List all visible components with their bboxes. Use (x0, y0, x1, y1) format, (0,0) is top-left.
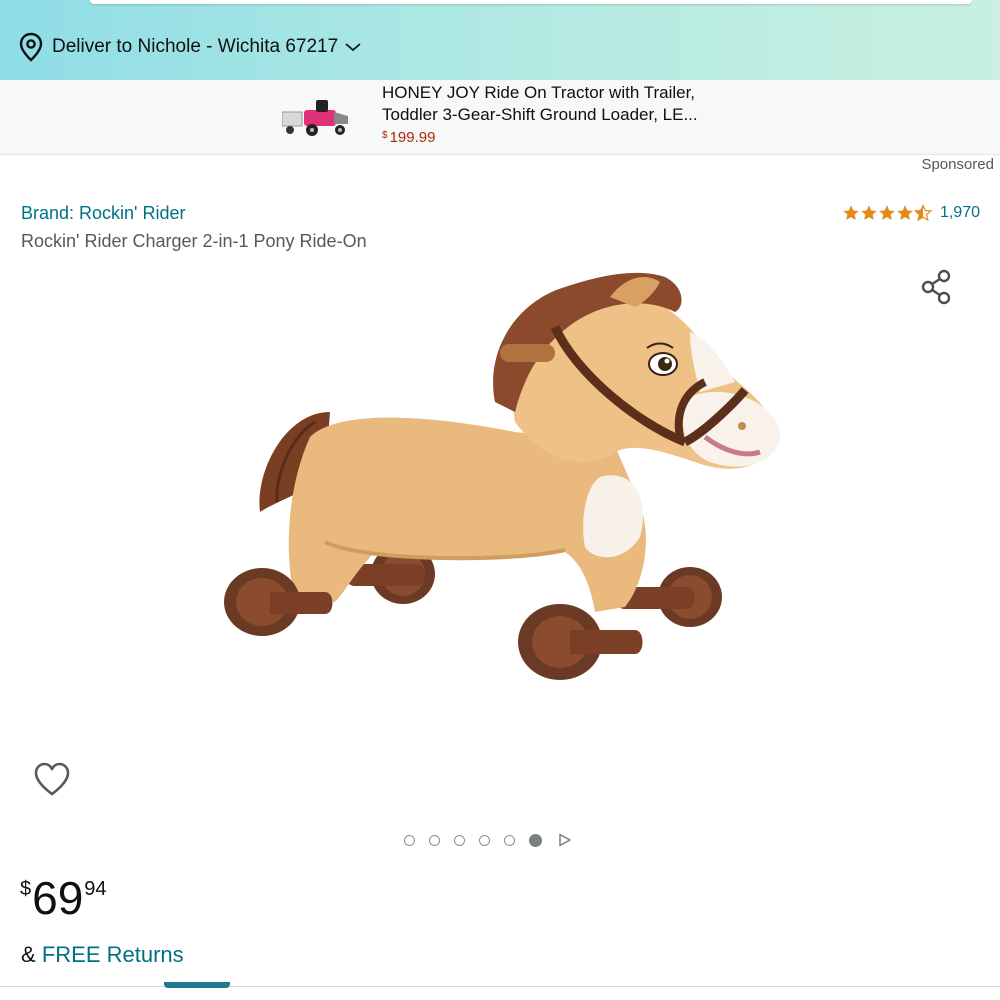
returns-line: & FREE Returns (21, 942, 184, 968)
carousel-dot[interactable] (479, 834, 490, 846)
star-rating (842, 204, 932, 222)
star-icon (897, 205, 913, 221)
bottom-tab-indicator[interactable] (164, 982, 230, 988)
deliver-to-selector[interactable]: Deliver to Nichole - Wichita 67217 (18, 32, 362, 62)
sponsored-product-thumbnail[interactable] (282, 94, 352, 142)
search-bar-edge[interactable] (90, 0, 972, 4)
carousel-dot[interactable] (454, 834, 465, 846)
share-icon[interactable] (918, 268, 956, 306)
currency-symbol: $ (382, 130, 388, 141)
delivery-header: Deliver to Nichole - Wichita 67217 (0, 0, 1000, 80)
free-returns-link[interactable]: FREE Returns (42, 942, 184, 967)
location-pin-icon (19, 32, 43, 62)
rating-summary[interactable]: 1,970 (842, 204, 980, 222)
sponsored-product-title[interactable]: HONEY JOY Ride On Tractor with Trailer, … (382, 82, 742, 126)
price-fraction: 94 (84, 878, 107, 900)
heart-icon[interactable] (32, 760, 72, 798)
sponsored-title-line-1: HONEY JOY Ride On Tractor with Trailer, (382, 83, 696, 102)
chevron-down-icon (345, 43, 361, 52)
price-whole: 69 (32, 872, 84, 924)
product-title: Rockin' Rider Charger 2-in-1 Pony Ride-O… (21, 231, 367, 251)
brand-link[interactable]: Brand: Rockin' Rider (21, 203, 186, 224)
carousel-dot-active[interactable] (529, 833, 542, 847)
deliver-to-label: Deliver to Nichole - Wichita 67217 (52, 36, 339, 57)
sponsored-product-price: $199.99 (382, 129, 435, 146)
carousel-dot[interactable] (404, 834, 415, 846)
star-half-icon (913, 204, 932, 222)
sponsored-label[interactable]: Sponsored (921, 156, 994, 173)
star-icon (879, 205, 895, 221)
star-icon (861, 205, 877, 221)
rating-count: 1,970 (939, 204, 980, 221)
carousel-dot[interactable] (429, 834, 440, 846)
returns-prefix: & (21, 942, 36, 967)
price-currency-symbol: $ (20, 878, 32, 900)
sponsored-price-value: 199.99 (389, 129, 436, 146)
play-next-icon[interactable] (558, 833, 572, 847)
bottom-divider (0, 986, 1000, 987)
carousel-dot[interactable] (504, 834, 515, 846)
image-carousel-indicator[interactable] (404, 833, 572, 847)
star-icon (843, 205, 859, 221)
product-image-pony-ride-on[interactable] (215, 262, 790, 692)
product-price: $ 69 94 (20, 872, 107, 924)
sponsored-title-line-2: Toddler 3-Gear-Shift Ground Loader, LE..… (382, 105, 698, 124)
